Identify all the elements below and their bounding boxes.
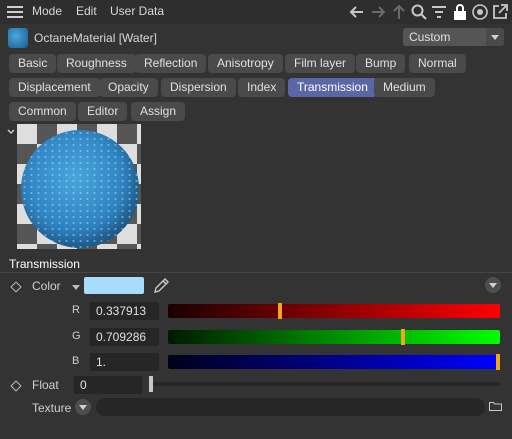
menu-user-data[interactable]: User Data [110, 4, 164, 18]
search-icon[interactable] [410, 3, 428, 21]
tab-assign[interactable]: Assign [131, 102, 186, 121]
g-slider-handle[interactable] [401, 329, 406, 345]
tab-anisotropy[interactable]: Anisotropy [208, 54, 283, 73]
b-slider-handle[interactable] [496, 354, 500, 370]
float-value-field[interactable]: 0 [74, 376, 142, 394]
material-title: OctaneMaterial [Water] [34, 31, 157, 45]
preset-dropdown[interactable]: Custom [403, 28, 504, 46]
b-value-field[interactable]: 1. [90, 353, 159, 371]
keyframe-diamond-icon[interactable] [10, 281, 22, 293]
float-label: Float [32, 378, 59, 392]
up-arrow-icon[interactable] [390, 3, 408, 21]
target-icon[interactable] [471, 3, 489, 21]
filter-icon[interactable] [430, 3, 448, 21]
tab-displacement[interactable]: Displacement [9, 78, 100, 97]
float-slider-track[interactable] [150, 382, 500, 386]
tab-normal[interactable]: Normal [409, 54, 466, 73]
material-preview [17, 124, 141, 249]
eyedropper-icon[interactable] [152, 277, 170, 295]
hamburger-menu-icon[interactable] [7, 6, 23, 18]
chevron-down-icon[interactable] [486, 28, 504, 46]
external-link-icon[interactable] [491, 3, 509, 21]
texture-dropdown-button[interactable] [75, 399, 91, 415]
r-slider[interactable] [168, 303, 500, 319]
tab-medium[interactable]: Medium [374, 78, 435, 97]
texture-field[interactable] [96, 398, 485, 416]
material-thumbnail [8, 28, 28, 48]
menu-edit[interactable]: Edit [76, 4, 97, 18]
tab-bump[interactable]: Bump [356, 54, 406, 73]
channel-label-r: R [72, 304, 80, 316]
b-slider[interactable] [168, 354, 500, 370]
folder-icon[interactable] [489, 401, 502, 411]
preset-value: Custom [409, 30, 451, 44]
section-divider [0, 272, 512, 273]
color-label: Color [32, 279, 61, 293]
preview-sphere [21, 130, 139, 248]
tab-roughness[interactable]: Roughness [57, 54, 136, 73]
options-menu-button[interactable] [485, 277, 501, 293]
g-slider[interactable] [168, 329, 500, 345]
collapse-chevron-icon[interactable] [7, 128, 15, 136]
section-title: Transmission [9, 257, 80, 271]
color-dropdown-arrow-icon[interactable] [72, 285, 80, 290]
tab-common[interactable]: Common [9, 102, 76, 121]
tab-editor[interactable]: Editor [78, 102, 128, 121]
float-slider-handle[interactable] [149, 376, 153, 392]
tab-transmission[interactable]: Transmission [288, 78, 377, 97]
lock-icon[interactable] [451, 3, 469, 21]
tab-basic[interactable]: Basic [9, 54, 57, 73]
tab-dispersion[interactable]: Dispersion [161, 78, 236, 97]
forward-arrow-icon[interactable] [369, 3, 387, 21]
back-arrow-icon[interactable] [348, 3, 366, 21]
tab-index[interactable]: Index [238, 78, 286, 97]
float-keyframe-diamond-icon[interactable] [10, 380, 22, 392]
tab-opacity[interactable]: Opacity [99, 78, 158, 97]
r-value-field[interactable]: 0.337913 [90, 302, 159, 320]
menu-mode[interactable]: Mode [32, 4, 62, 18]
g-value-field[interactable]: 0.709286 [90, 328, 159, 346]
tab-film-layer[interactable]: Film layer [285, 54, 356, 73]
tab-reflection[interactable]: Reflection [135, 54, 207, 73]
r-slider-handle[interactable] [278, 303, 283, 319]
channel-label-b: B [72, 355, 80, 367]
channel-label-g: G [72, 330, 81, 342]
texture-label: Texture [32, 401, 72, 415]
color-swatch[interactable] [84, 277, 144, 294]
